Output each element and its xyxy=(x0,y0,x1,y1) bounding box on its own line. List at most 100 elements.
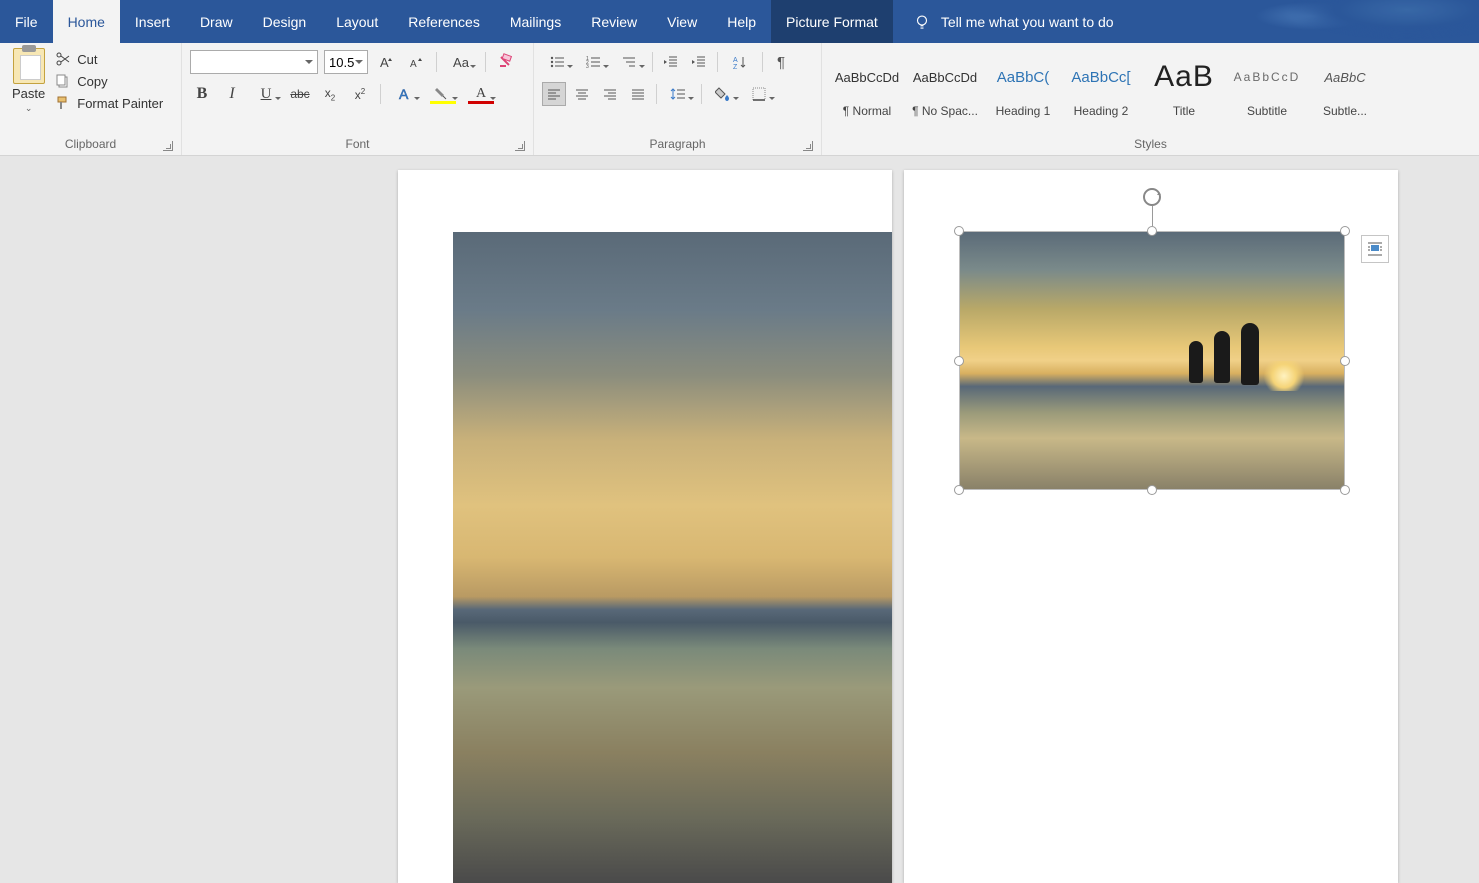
paintbrush-icon xyxy=(55,95,71,111)
svg-text:Z: Z xyxy=(733,64,738,70)
rotate-handle[interactable] xyxy=(1141,186,1163,208)
font-size-input[interactable] xyxy=(324,50,368,74)
tab-help[interactable]: Help xyxy=(712,0,771,43)
separator xyxy=(652,52,653,72)
grow-font-button[interactable]: A xyxy=(374,50,398,74)
bold-button[interactable]: B xyxy=(190,82,214,106)
decorative-paint xyxy=(1239,0,1479,40)
tab-design[interactable]: Design xyxy=(248,0,322,43)
superscript-button[interactable]: x2 xyxy=(348,82,372,106)
separator xyxy=(436,52,437,72)
style-name-label: ¶ Normal xyxy=(830,104,904,118)
resize-handle-s[interactable] xyxy=(1147,485,1157,495)
sort-button[interactable]: AZ xyxy=(724,50,756,74)
resize-handle-w[interactable] xyxy=(954,356,964,366)
tab-view[interactable]: View xyxy=(652,0,712,43)
rotate-stem xyxy=(1152,206,1153,226)
show-hide-marks-button[interactable]: ¶ xyxy=(769,50,793,74)
style-item-heading-1[interactable]: AaBbC(Heading 1 xyxy=(984,46,1062,120)
styles-gallery[interactable]: AaBbCcDd¶ NormalAaBbCcDd¶ No Spac...AaBb… xyxy=(828,46,1384,120)
font-name-combo[interactable] xyxy=(190,50,318,74)
multilevel-list-button[interactable] xyxy=(614,50,646,74)
style-item--no-spac-[interactable]: AaBbCcDd¶ No Spac... xyxy=(906,46,984,120)
change-case-button[interactable]: Aa xyxy=(445,50,477,74)
shrink-font-button[interactable]: A xyxy=(404,50,428,74)
resize-handle-e[interactable] xyxy=(1340,356,1350,366)
page-1[interactable] xyxy=(398,170,892,883)
resize-handle-nw[interactable] xyxy=(954,226,964,236)
paragraph-launcher[interactable] xyxy=(803,141,813,151)
font-color-button[interactable]: A xyxy=(465,82,497,106)
tab-picture-format[interactable]: Picture Format xyxy=(771,0,893,43)
font-group-label: Font xyxy=(188,135,527,155)
resize-handle-n[interactable] xyxy=(1147,226,1157,236)
style-item-subtitle[interactable]: AaBbCcDSubtitle xyxy=(1228,46,1306,120)
paste-dropdown[interactable]: ⌄ xyxy=(25,103,33,114)
italic-button[interactable]: I xyxy=(220,82,244,106)
copy-icon xyxy=(55,73,71,89)
tab-mailings[interactable]: Mailings xyxy=(495,0,576,43)
decrease-indent-button[interactable] xyxy=(659,50,683,74)
copy-button[interactable]: Copy xyxy=(53,72,165,90)
tab-insert[interactable]: Insert xyxy=(120,0,185,43)
page-2[interactable] xyxy=(904,170,1398,883)
separator xyxy=(717,52,718,72)
subscript-button[interactable]: x2 xyxy=(318,82,342,106)
svg-text:A: A xyxy=(380,55,389,70)
style-item-heading-2[interactable]: AaBbCc[Heading 2 xyxy=(1062,46,1140,120)
style-item--normal[interactable]: AaBbCcDd¶ Normal xyxy=(828,46,906,120)
styles-group-label: Styles xyxy=(828,135,1473,155)
style-name-label: ¶ No Spac... xyxy=(908,104,982,118)
svg-text:A: A xyxy=(733,57,738,64)
align-right-button[interactable] xyxy=(598,82,622,106)
style-name-label: Heading 1 xyxy=(986,104,1060,118)
tab-file[interactable]: File xyxy=(0,0,53,43)
justify-button[interactable] xyxy=(626,82,650,106)
underline-button[interactable]: U xyxy=(250,82,282,106)
numbering-button[interactable]: 123 xyxy=(578,50,610,74)
strikethrough-button[interactable]: abc xyxy=(288,82,312,106)
format-painter-button[interactable]: Format Painter xyxy=(53,94,165,112)
borders-button[interactable] xyxy=(744,82,776,106)
font-name-input[interactable] xyxy=(190,50,318,74)
group-clipboard: Paste ⌄ Cut Copy xyxy=(0,43,182,155)
svg-text:A: A xyxy=(399,86,409,102)
style-name-label: Subtitle xyxy=(1230,104,1304,118)
resize-handle-ne[interactable] xyxy=(1340,226,1350,236)
scissors-icon xyxy=(55,51,71,67)
paste-button[interactable]: Paste ⌄ xyxy=(6,46,51,116)
tab-review[interactable]: Review xyxy=(576,0,652,43)
tab-draw[interactable]: Draw xyxy=(185,0,248,43)
ribbon: Paste ⌄ Cut Copy xyxy=(0,43,1479,156)
line-spacing-button[interactable] xyxy=(663,82,695,106)
shading-button[interactable] xyxy=(708,82,740,106)
style-item-subtle-[interactable]: AaBbCSubtle... xyxy=(1306,46,1384,120)
inserted-picture-1[interactable] xyxy=(453,232,892,883)
tell-me-search[interactable]: Tell me what you want to do xyxy=(913,0,1114,43)
font-size-combo[interactable] xyxy=(324,50,368,74)
tab-references[interactable]: References xyxy=(393,0,495,43)
cut-button[interactable]: Cut xyxy=(53,50,165,68)
tab-home[interactable]: Home xyxy=(53,0,120,43)
increase-indent-button[interactable] xyxy=(687,50,711,74)
separator xyxy=(485,52,486,72)
lightbulb-icon xyxy=(913,13,931,31)
tab-layout[interactable]: Layout xyxy=(321,0,393,43)
clipboard-launcher[interactable] xyxy=(163,141,173,151)
group-styles: AaBbCcDd¶ NormalAaBbCcDd¶ No Spac...AaBb… xyxy=(822,43,1479,155)
bullets-button[interactable] xyxy=(542,50,574,74)
layout-options-button[interactable] xyxy=(1361,235,1389,263)
font-launcher[interactable] xyxy=(515,141,525,151)
resize-handle-se[interactable] xyxy=(1340,485,1350,495)
clear-formatting-button[interactable] xyxy=(494,50,518,74)
text-effects-button[interactable]: A xyxy=(389,82,421,106)
document-area[interactable] xyxy=(0,156,1479,883)
highlight-button[interactable] xyxy=(427,82,459,106)
align-left-button[interactable] xyxy=(542,82,566,106)
style-preview: AaBbCcDd xyxy=(835,50,899,104)
align-center-button[interactable] xyxy=(570,82,594,106)
group-font: A A Aa B I U xyxy=(182,43,534,155)
style-item-title[interactable]: AaBTitle xyxy=(1140,46,1228,120)
picture-selection-box xyxy=(959,231,1345,490)
resize-handle-sw[interactable] xyxy=(954,485,964,495)
